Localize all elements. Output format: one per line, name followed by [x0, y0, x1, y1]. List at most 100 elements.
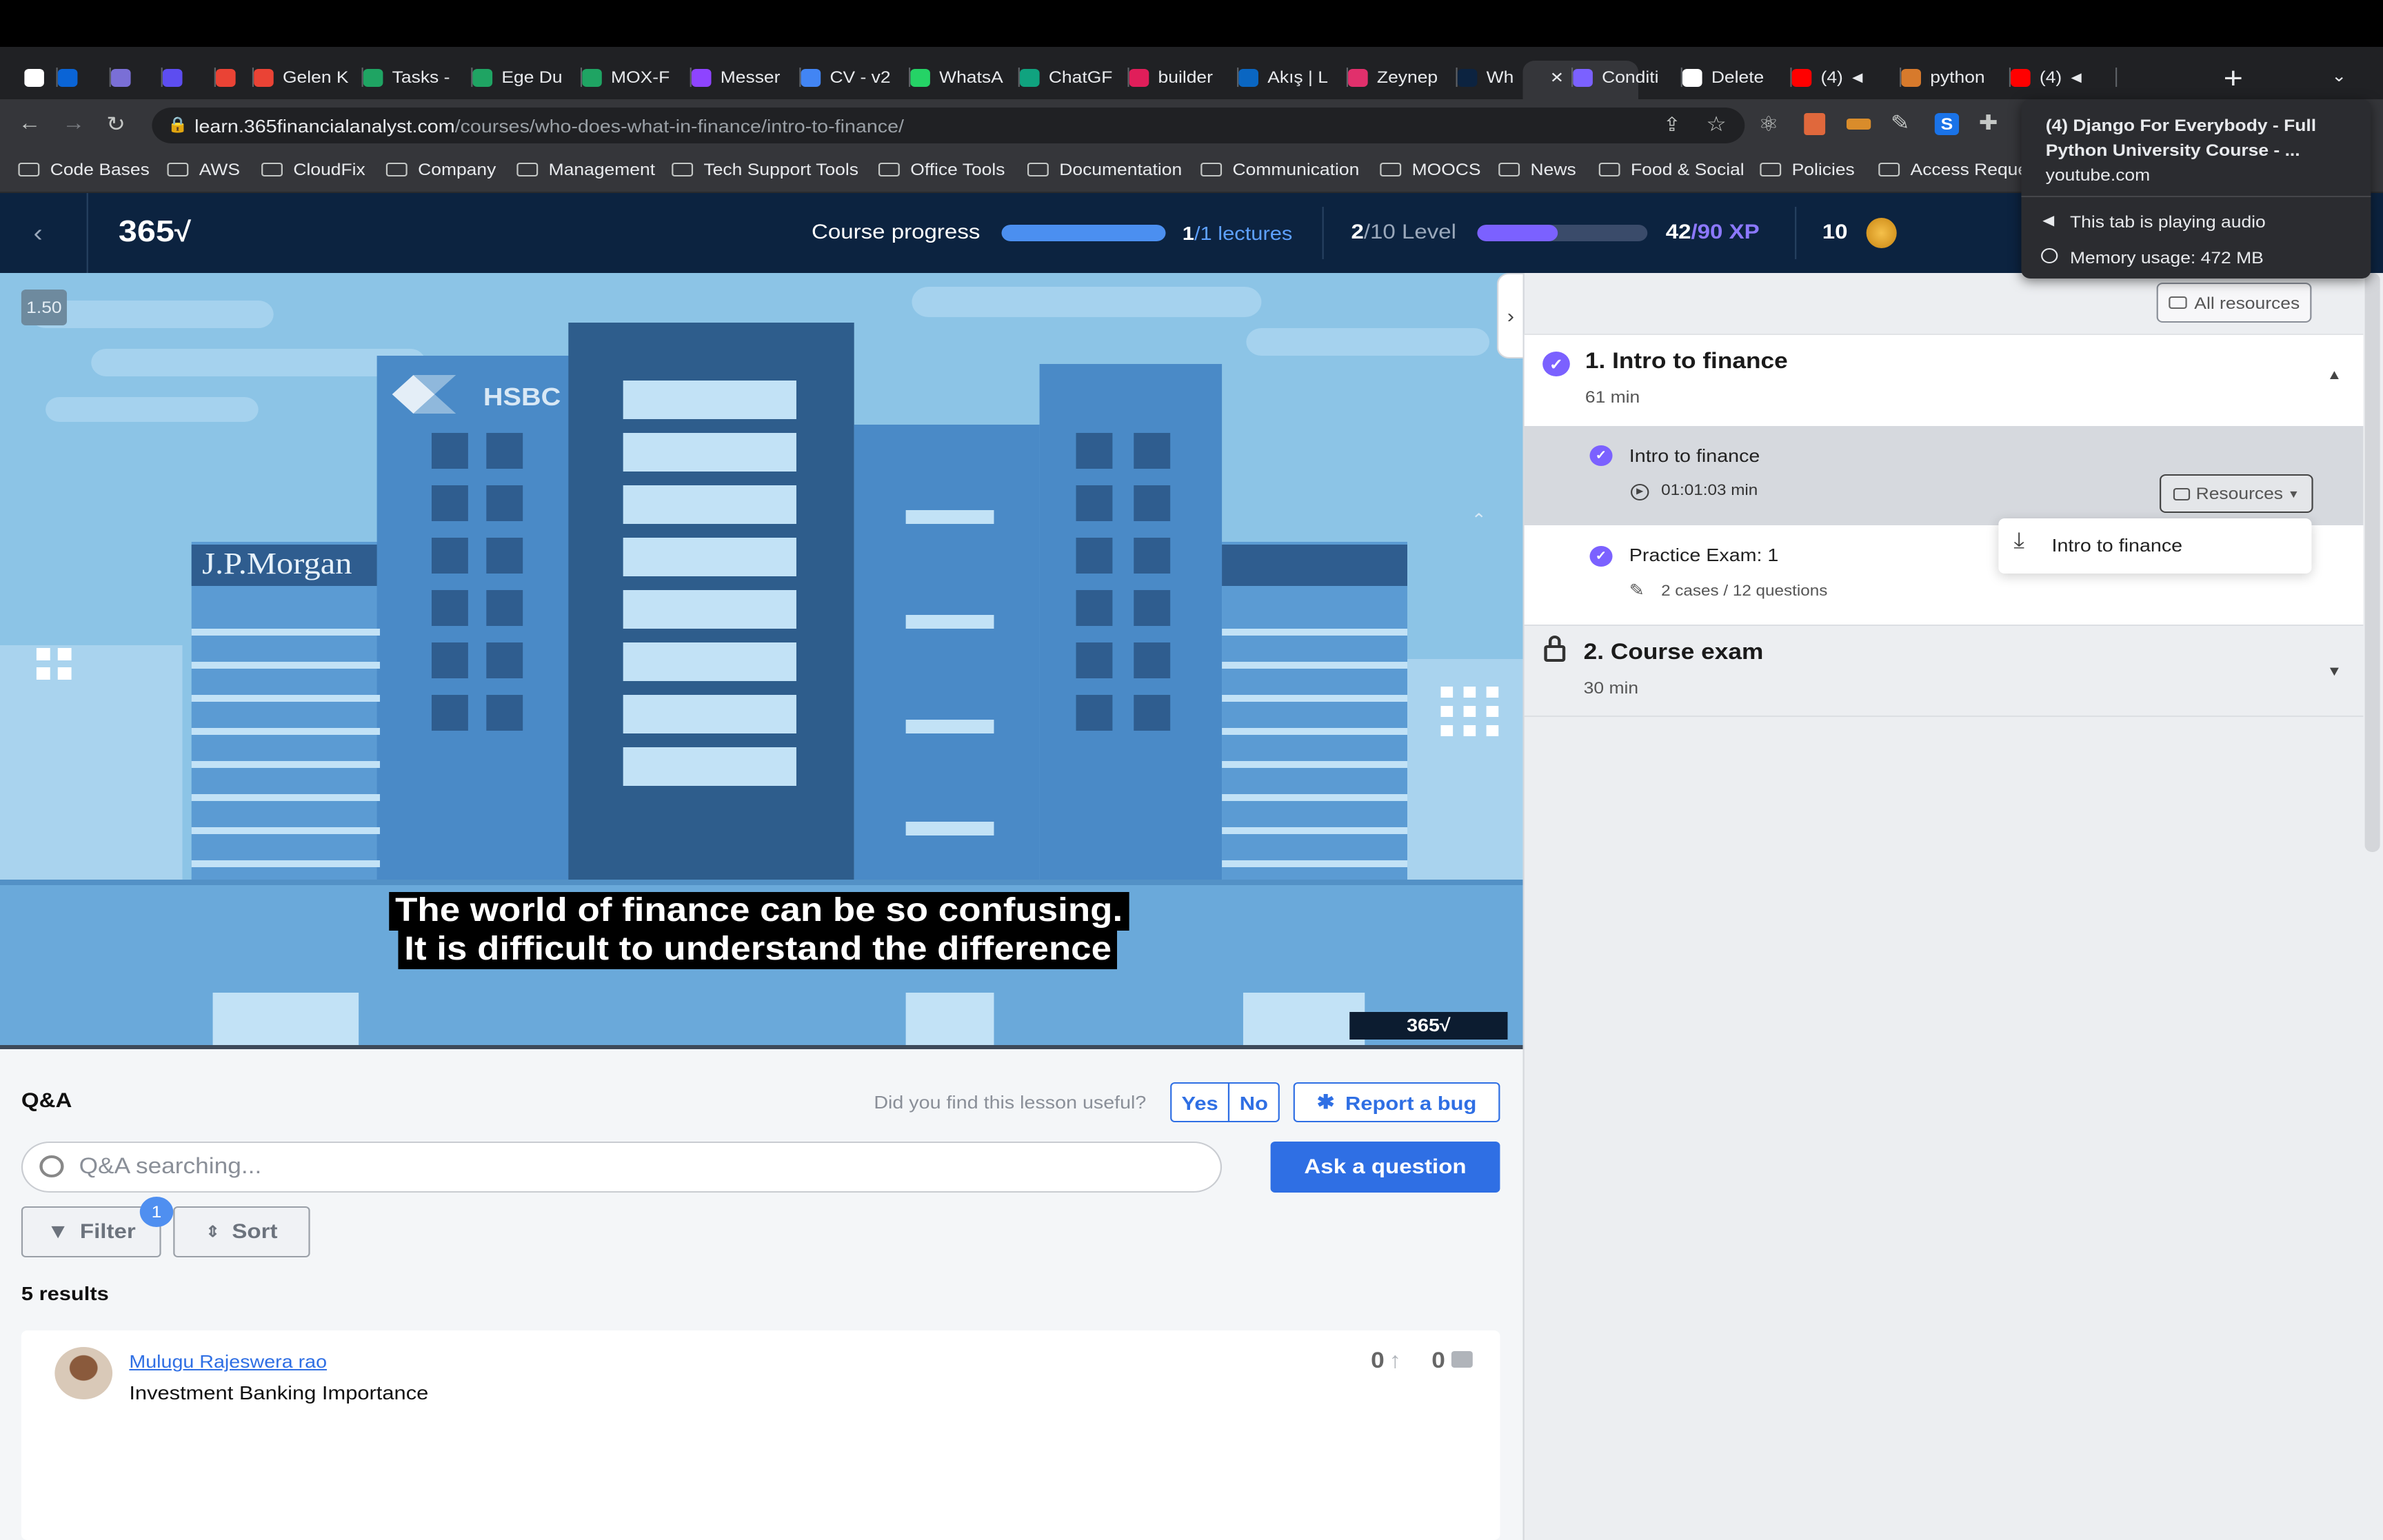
new-tab-button[interactable]: +	[2224, 61, 2243, 97]
bookmark-folder[interactable]: Policies	[1760, 160, 1855, 179]
hsbc-sign: HSBC	[483, 383, 561, 411]
browser-tab[interactable]: Wh ✕	[1457, 62, 1573, 92]
browser-tab[interactable]	[110, 62, 163, 92]
tab-label: python	[1930, 68, 1985, 87]
qa-search-input[interactable]: Q&A searching...	[21, 1142, 1223, 1193]
lesson-item-intro-to-finance[interactable]: ✓ Intro to finance ▶ 01:01:03 min Resour…	[1524, 426, 2364, 525]
question-title[interactable]: Investment Banking Importance	[129, 1381, 428, 1404]
sidebar-scrollbar[interactable]	[2364, 273, 2380, 852]
sort-button[interactable]: ⇕ Sort	[173, 1206, 310, 1257]
lock-icon: 🔒	[167, 117, 188, 134]
browser-tab[interactable]: WhatsA	[910, 62, 1020, 92]
ask-question-button[interactable]: Ask a question	[1270, 1142, 1500, 1193]
upvote-count[interactable]: 0 ↑	[1371, 1350, 1401, 1375]
tab-separator	[2115, 68, 2118, 87]
browser-tab[interactable]	[24, 62, 58, 92]
bug-icon: ✱	[1316, 1091, 1335, 1113]
extension-icon[interactable]	[1804, 113, 1826, 135]
download-icon[interactable]: ⤓	[2013, 529, 2024, 554]
browser-tab[interactable]: Akış | L	[1238, 62, 1349, 92]
bookmark-label: Management	[548, 160, 656, 179]
browser-tab[interactable]	[215, 62, 254, 92]
tab-audio-icon[interactable]: ◀	[2071, 70, 2081, 85]
collapse-chevron-left-icon[interactable]: ‹	[33, 219, 42, 248]
reload-icon[interactable]: ↻	[106, 112, 125, 136]
subtitle-line-2: It is difficult to understand the differ…	[398, 931, 1118, 969]
folder-icon	[1200, 163, 1223, 176]
extension-pen-icon[interactable]: ✎	[1891, 110, 1910, 135]
bookmark-folder[interactable]: Code Bases	[18, 160, 150, 179]
browser-tab[interactable]: python	[1901, 62, 2011, 92]
bookmark-folder[interactable]: News	[1498, 160, 1576, 179]
back-icon[interactable]: ←	[18, 112, 41, 135]
tab-favicon-icon	[162, 68, 183, 86]
tab-favicon-icon	[1682, 68, 1702, 86]
bookmark-folder[interactable]: Company	[385, 160, 496, 179]
bookmark-folder[interactable]: AWS	[167, 160, 240, 179]
address-bar[interactable]: 🔒 learn.365financialanalyst.com/courses/…	[152, 108, 1745, 143]
browser-tab[interactable]	[162, 62, 216, 92]
forward-icon[interactable]: →	[62, 112, 85, 135]
comment-count[interactable]: 0	[1431, 1350, 1473, 1375]
browser-tab[interactable]: ChatGF	[1019, 62, 1129, 92]
share-icon[interactable]: ⇪	[1663, 113, 1681, 136]
bookmark-folder[interactable]: Office Tools	[878, 160, 1005, 179]
browser-tab[interactable]: Conditi	[1573, 62, 1682, 92]
logo[interactable]: 365√	[119, 214, 191, 250]
section-1-header[interactable]: ✓ 1. Intro to finance 61 min ▲	[1524, 334, 2364, 426]
tab-search-chevron-icon[interactable]: ⌄	[2331, 66, 2346, 85]
video-player[interactable]: J.P.Morgan HSBC 1.50 The world of financ…	[0, 273, 1523, 1048]
browser-tab[interactable]: (4) ◀	[1791, 62, 1902, 92]
playback-speed-badge[interactable]: 1.50	[21, 290, 67, 325]
browser-tab[interactable]: Delete	[1682, 62, 1792, 92]
expand-caret-down-icon[interactable]: ▼	[2326, 665, 2342, 680]
folder-icon	[261, 163, 283, 176]
section-2-header[interactable]: 2. Course exam 30 min ▼	[1524, 625, 2364, 717]
divider	[1322, 207, 1324, 259]
question-author-link[interactable]: Mulugu Rajeswera rao	[129, 1351, 327, 1372]
browser-tab[interactable]: MOX-F	[582, 62, 692, 92]
browser-tab[interactable]: Ege Du	[472, 62, 583, 92]
bookmark-star-icon[interactable]: ☆	[1706, 112, 1727, 136]
browser-tab[interactable]: CV - v2	[801, 62, 911, 92]
resource-item[interactable]: Intro to finance	[2052, 535, 2183, 556]
browser-tab[interactable]: Tasks -	[363, 62, 473, 92]
report-bug-button[interactable]: ✱ Report a bug	[1293, 1082, 1500, 1122]
browser-tab[interactable]: Gelen K	[254, 62, 363, 92]
folder-icon	[1027, 163, 1049, 176]
close-tab-icon[interactable]: ✕	[1550, 68, 1564, 86]
resources-dropdown-button[interactable]: Resources ▼	[2160, 474, 2313, 513]
bookmark-folder[interactable]: Management	[516, 160, 655, 179]
extension-icon[interactable]	[1846, 119, 1871, 130]
section-1-duration: 61 min	[1585, 387, 1640, 407]
browser-tab[interactable]	[57, 62, 111, 92]
browser-tab[interactable]: builder	[1129, 62, 1239, 92]
no-button[interactable]: No	[1227, 1082, 1280, 1122]
sidebar-toggle-chevron-right-icon[interactable]: ›	[1497, 273, 1525, 358]
collapse-caret-up-icon[interactable]: ▲	[2326, 368, 2342, 383]
question-card[interactable]: Mulugu Rajeswera rao Investment Banking …	[21, 1330, 1500, 1540]
browser-tab[interactable]: (4) ◀	[2011, 62, 2118, 92]
yes-button[interactable]: Yes	[1170, 1082, 1230, 1122]
exam-meta: 2 cases / 12 questions	[1661, 583, 1828, 600]
bookmark-folder[interactable]: Tech Support Tools	[672, 160, 858, 179]
bookmark-folder[interactable]: Food & Social	[1598, 160, 1744, 179]
tab-favicon-icon	[1238, 68, 1258, 86]
search-icon	[39, 1155, 64, 1177]
folder-icon	[167, 163, 189, 176]
bookmark-folder[interactable]: MOOCS	[1380, 160, 1481, 179]
extension-react-icon[interactable]: ⚛	[1758, 112, 1779, 136]
tab-hover-title: (4) Django For Everybody - Full Python U…	[2045, 116, 2317, 160]
bookmark-label: Policies	[1791, 160, 1855, 179]
bookmark-folder[interactable]: CloudFix	[261, 160, 365, 179]
bookmark-folder[interactable]: Documentation	[1027, 160, 1182, 179]
extension-s-icon[interactable]: S	[1934, 113, 1960, 135]
tab-audio-icon[interactable]: ◀	[1852, 70, 1862, 85]
bookmark-folder[interactable]: Access Reque	[1878, 160, 2028, 179]
all-resources-button[interactable]: All resources	[2156, 283, 2312, 323]
extensions-puzzle-icon[interactable]: ✚	[1979, 110, 1998, 135]
bookmark-folder[interactable]: Communication	[1200, 160, 1359, 179]
browser-tab[interactable]: Zeynep	[1348, 62, 1458, 92]
browser-tab[interactable]: Messer	[691, 62, 801, 92]
tab-favicon-icon	[254, 68, 274, 86]
